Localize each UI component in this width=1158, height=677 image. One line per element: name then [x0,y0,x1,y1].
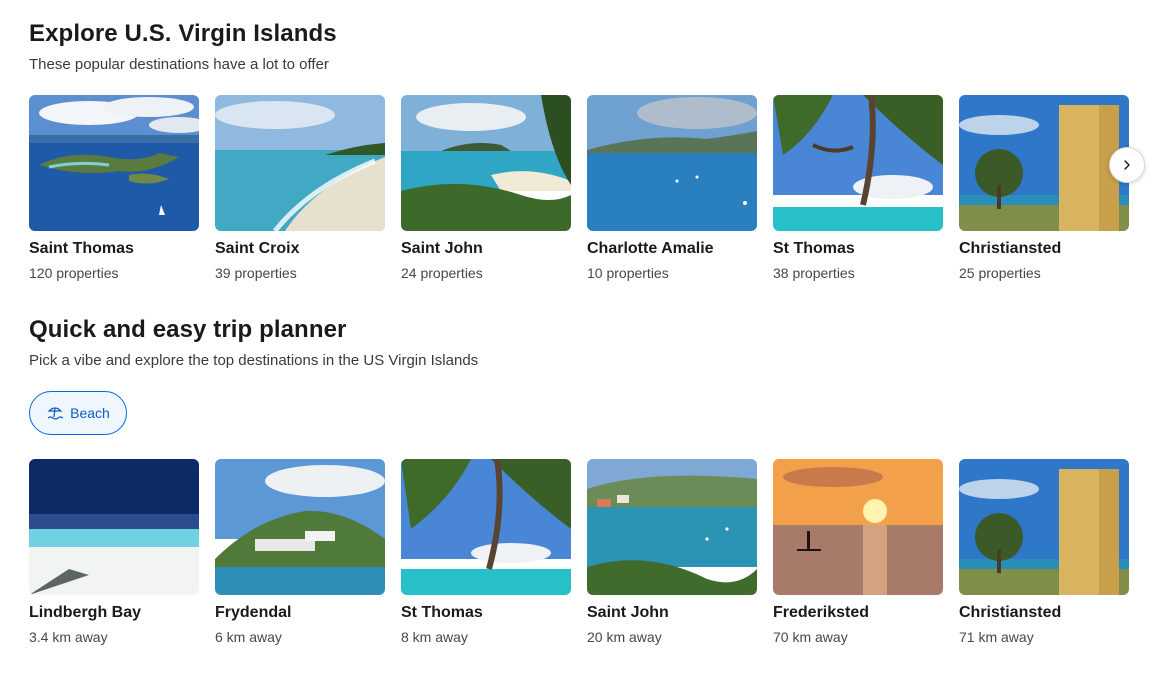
carousel-next-button[interactable] [1109,147,1145,183]
destination-card[interactable]: St Thomas 8 km away [401,459,571,647]
destination-name: St Thomas [401,604,483,621]
explore-carousel: Saint Thomas 120 properties Saint Croix … [29,95,1129,283]
destination-card[interactable]: Christiansted 25 properties [959,95,1129,283]
destination-image [587,95,757,231]
destination-count: 24 properties [401,265,483,281]
destination-card[interactable]: Charlotte Amalie 10 properties [587,95,757,283]
vibe-chip-label: Beach [70,405,110,421]
destination-name: Lindbergh Bay [29,604,142,621]
destination-card[interactable]: Lindbergh Bay 3.4 km away [29,459,199,647]
destination-card[interactable]: Christiansted 71 km away [959,459,1129,647]
destination-name: St Thomas [773,240,855,257]
destination-count: 120 properties [29,265,119,281]
destination-card[interactable]: Saint John 20 km away [587,459,757,647]
chevron-right-icon [1124,160,1130,170]
destination-card[interactable]: Saint Thomas 120 properties [29,95,199,283]
destination-name: Christiansted [959,240,1062,257]
destination-image [773,459,943,595]
planner-subtitle: Pick a vibe and explore the top destinat… [29,352,479,369]
destination-image [959,459,1129,595]
destination-image [587,459,757,595]
beach-icon [47,407,64,420]
destination-card[interactable]: Frederiksted 70 km away [773,459,943,647]
destination-count: 38 properties [773,265,855,281]
destination-card[interactable]: Saint Croix 39 properties [215,95,385,283]
destination-name: Christiansted [959,604,1062,621]
planner-carousel: Lindbergh Bay 3.4 km away Frydendal 6 km… [29,459,1129,647]
destination-name: Saint Croix [215,240,300,257]
planner-title: Quick and easy trip planner [29,316,347,343]
trip-planner-section: Quick and easy trip planner Pick a vibe … [29,314,1149,372]
destination-distance: 3.4 km away [29,629,108,645]
destination-name: Frederiksted [773,604,870,621]
destination-card[interactable]: Frydendal 6 km away [215,459,385,647]
destination-image [773,95,943,231]
vibe-chip-beach[interactable]: Beach [29,391,127,435]
destination-distance: 71 km away [959,629,1034,645]
explore-title: Explore U.S. Virgin Islands [29,20,337,47]
destination-name: Saint John [401,240,483,257]
destination-count: 10 properties [587,265,669,281]
destination-count: 25 properties [959,265,1041,281]
destination-card[interactable]: St Thomas 38 properties [773,95,943,283]
destination-image [29,95,199,231]
destination-image [29,459,199,595]
destination-distance: 20 km away [587,629,662,645]
destination-name: Saint Thomas [29,240,134,257]
destination-count: 39 properties [215,265,297,281]
destination-image [959,95,1129,231]
explore-subtitle: These popular destinations have a lot to… [29,56,329,73]
destination-image [401,95,571,231]
destination-image [215,95,385,231]
destination-image [401,459,571,595]
destination-image [215,459,385,595]
destination-name: Frydendal [215,604,292,621]
destination-distance: 6 km away [215,629,282,645]
explore-section: Explore U.S. Virgin Islands These popula… [29,18,1149,76]
destination-card[interactable]: Saint John 24 properties [401,95,571,283]
destination-name: Saint John [587,604,669,621]
destination-name: Charlotte Amalie [587,240,714,257]
destination-distance: 8 km away [401,629,468,645]
destination-distance: 70 km away [773,629,848,645]
